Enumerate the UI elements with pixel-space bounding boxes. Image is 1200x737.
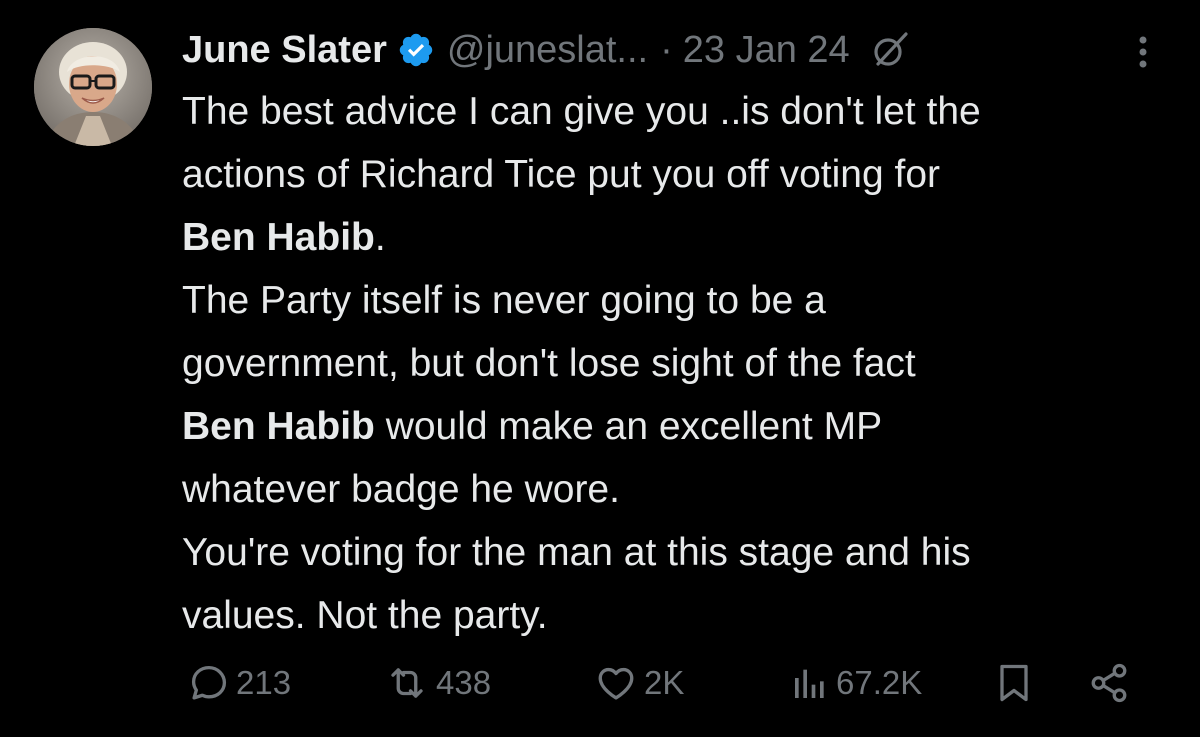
more-icon[interactable] (1128, 32, 1158, 72)
tweet-text-line: government, but don't lose sight of the … (182, 332, 1182, 395)
text-segment: government, but don't lose sight of the … (182, 342, 916, 385)
tweet-text: The best advice I can give you ..is don'… (182, 80, 1182, 647)
text-segment: . (374, 216, 386, 259)
author-handle[interactable]: @juneslat... (447, 29, 648, 72)
repost-button[interactable]: 438 (384, 655, 491, 711)
repost-count: 438 (436, 664, 492, 701)
tweet-header: June Slater @juneslat... · 23 Jan 24 (182, 22, 910, 78)
bookmark-button[interactable] (996, 655, 1032, 711)
reply-button[interactable]: 213 (188, 655, 291, 711)
views-button[interactable]: 67.2K (790, 655, 922, 711)
text-segment: The best advice I can give you ..is don'… (182, 90, 981, 133)
text-segment: whatever badge he wore. (182, 468, 620, 511)
tweet-text-line: Ben Habib. (182, 206, 1182, 269)
tweet: June Slater @juneslat... · 23 Jan 24 The… (0, 0, 1200, 737)
reply-icon (191, 665, 227, 700)
like-button[interactable]: 2K (594, 655, 684, 711)
verified-badge-icon (397, 31, 435, 69)
action-bar: 213 438 2K 67.2K (0, 655, 1200, 711)
text-segment: The Party itself is never going to be a (182, 279, 826, 322)
text-segment: values. Not the party. (182, 594, 548, 637)
heart-icon (598, 667, 634, 700)
separator-dot: · (660, 28, 673, 71)
mention-name[interactable]: Ben Habib (182, 216, 375, 259)
mention-name[interactable]: Ben Habib (182, 405, 375, 448)
tweet-text-line: You're voting for the man at this stage … (182, 521, 1182, 584)
tweet-text-line: values. Not the party. (182, 584, 1182, 647)
tweet-text-line: The Party itself is never going to be a (182, 269, 1182, 332)
grok-icon[interactable] (870, 30, 910, 70)
views-icon (795, 669, 824, 698)
bookmark-icon (1000, 664, 1028, 702)
share-icon (1091, 663, 1127, 703)
tweet-text-line: The best advice I can give you ..is don'… (182, 80, 1182, 143)
view-count: 67.2K (836, 664, 923, 701)
tweet-text-line: actions of Richard Tice put you off voti… (182, 143, 1182, 206)
share-button[interactable] (1088, 655, 1130, 711)
reply-count: 213 (236, 664, 292, 701)
tweet-text-line: Ben Habib would make an excellent MP (182, 395, 1182, 458)
text-segment: You're voting for the man at this stage … (182, 531, 971, 574)
like-count: 2K (644, 664, 685, 701)
avatar[interactable] (34, 28, 152, 146)
tweet-date[interactable]: 23 Jan 24 (683, 29, 850, 72)
repost-icon (391, 668, 423, 698)
author-name[interactable]: June Slater (182, 29, 387, 72)
text-segment: would make an excellent MP (374, 405, 883, 448)
avatar-image (34, 28, 152, 146)
text-segment: actions of Richard Tice put you off voti… (182, 153, 941, 196)
tweet-text-line: whatever badge he wore. (182, 458, 1182, 521)
